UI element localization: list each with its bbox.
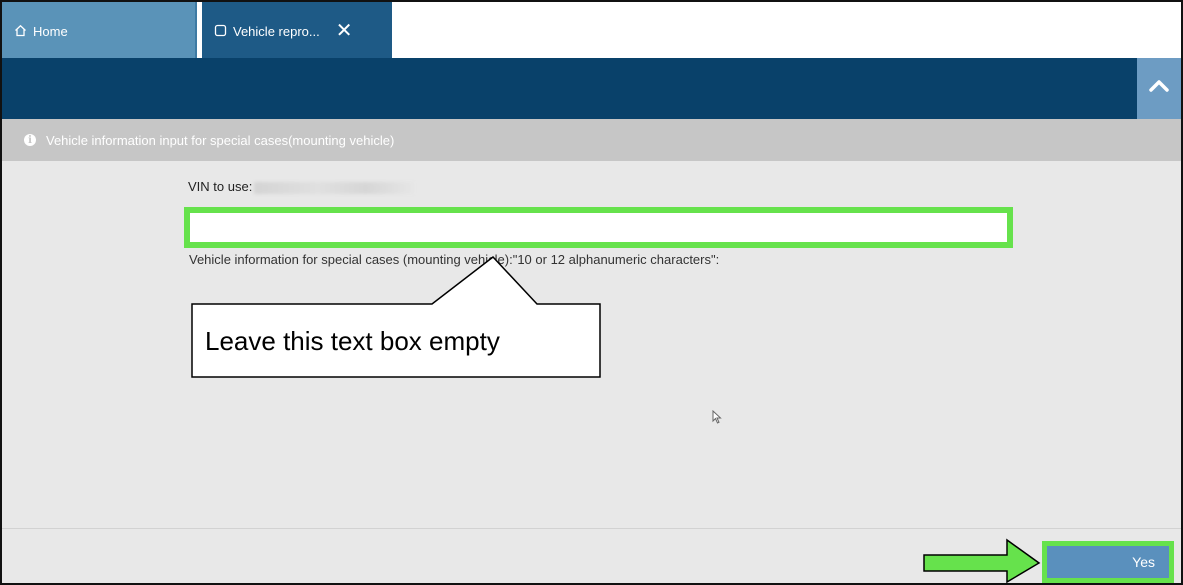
callout-overlay: [191, 255, 1041, 583]
footer-divider: [2, 528, 1181, 529]
mouse-cursor-icon: [712, 410, 722, 424]
callout-text: Leave this text box empty: [205, 326, 500, 356]
yes-button[interactable]: Yes: [1042, 541, 1174, 583]
application-window: Home Vehicle repro... ✕ i Vehicle inform…: [0, 0, 1183, 585]
yes-button-label: Yes: [1132, 554, 1155, 570]
callout-box: [191, 255, 601, 378]
arrow-right-icon: [923, 538, 1041, 583]
